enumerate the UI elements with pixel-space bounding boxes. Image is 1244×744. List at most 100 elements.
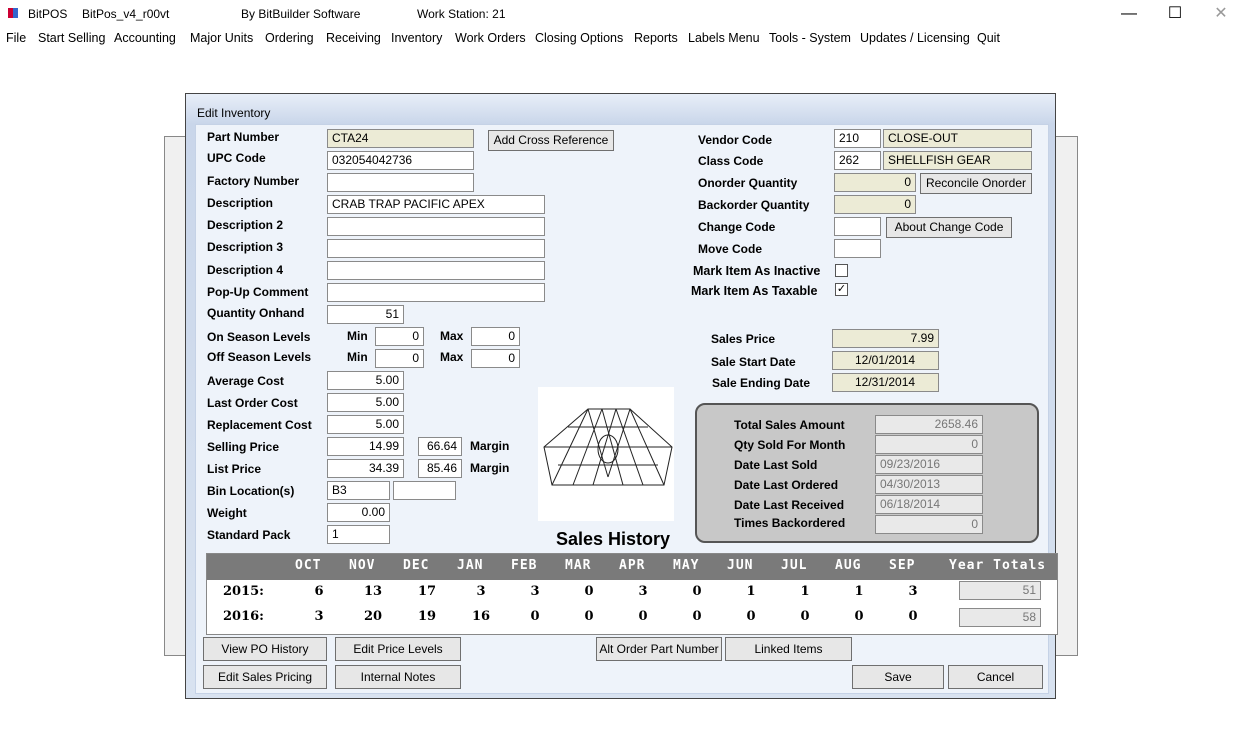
menu-ordering[interactable]: Ordering [265,31,314,45]
menu-start-selling[interactable]: Start Selling [38,31,105,45]
times-backordered-label: Times Backordered [734,516,846,530]
history-cell: 0 [530,609,540,624]
history-month-may: MAY [673,558,700,573]
history-month-aug: AUG [835,558,862,573]
internal-notes-button[interactable]: Internal Notes [335,665,461,689]
list-margin-field[interactable]: 85.46 [418,459,462,478]
dialog-body: Part Number CTA24 Add Cross Reference UP… [195,124,1058,694]
bin-location-field-2[interactable] [393,481,456,500]
history-cell: 3 [530,584,540,599]
edit-sales-pricing-button[interactable]: Edit Sales Pricing [203,665,327,689]
standard-pack-label: Standard Pack [207,528,291,542]
view-po-history-button[interactable]: View PO History [203,637,327,661]
standard-pack-field[interactable]: 1 [327,525,390,544]
sale-end-label: Sale Ending Date [712,376,811,390]
app-version: BitPos_v4_r00vt [82,7,170,21]
history-cell: 1 [746,584,756,599]
close-icon[interactable]: ✕ [1198,2,1244,26]
history-cell: 3 [476,584,486,599]
menu-reports[interactable]: Reports [634,31,678,45]
description-field[interactable]: CRAB TRAP PACIFIC APEX [327,195,545,214]
history-cell: 0 [692,609,702,624]
part-number-field[interactable]: CTA24 [327,129,474,148]
reconcile-onorder-button[interactable]: Reconcile Onorder [920,173,1032,194]
cancel-button[interactable]: Cancel [948,665,1043,689]
history-cell: 20 [363,609,383,624]
menu-major-units[interactable]: Major Units [190,31,253,45]
edit-price-levels-button[interactable]: Edit Price Levels [335,637,461,661]
menu-quit[interactable]: Quit [977,31,1000,45]
app-icon [8,8,18,18]
menu-receiving[interactable]: Receiving [326,31,381,45]
history-cell: 19 [417,609,437,624]
vendor-code-field[interactable]: 210 [834,129,881,148]
inactive-label: Mark Item As Inactive [693,264,821,278]
change-code-field[interactable] [834,217,881,236]
upc-label: UPC Code [207,151,266,165]
minimize-icon[interactable]: — [1106,2,1152,26]
add-cross-reference-button[interactable]: Add Cross Reference [488,130,614,151]
menu-updates-licensing[interactable]: Updates / Licensing [860,31,970,45]
factory-number-field[interactable] [327,173,474,192]
on-season-max-label: Max [440,329,464,343]
history-cell: 3 [908,584,918,599]
save-button[interactable]: Save [852,665,944,689]
on-season-min-label: Min [347,329,368,343]
average-cost-field[interactable]: 5.00 [327,371,404,390]
taxable-checkbox[interactable]: ✓ [835,283,848,296]
menu-closing-options[interactable]: Closing Options [535,31,623,45]
menu-file[interactable]: File [6,31,26,45]
list-price-field[interactable]: 34.39 [327,459,404,478]
onorder-quantity-label: Onorder Quantity [698,176,798,190]
history-cell: 16 [471,609,491,624]
off-season-min-field[interactable]: 0 [375,349,424,368]
weight-field[interactable]: 0.00 [327,503,390,522]
description-label: Description [207,196,274,210]
history-cell: 0 [800,609,810,624]
selling-price-field[interactable]: 14.99 [327,437,404,456]
on-season-max-field[interactable]: 0 [471,327,520,346]
menu-tools-system[interactable]: Tools - System [769,31,851,45]
menu-work-orders[interactable]: Work Orders [455,31,526,45]
last-order-cost-label: Last Order Cost [207,396,298,410]
off-season-label: Off Season Levels [207,350,312,364]
sales-history-title: Sales History [556,529,671,549]
move-code-field[interactable] [834,239,881,258]
selling-margin-field[interactable]: 66.64 [418,437,462,456]
average-cost-label: Average Cost [207,374,284,388]
linked-items-button[interactable]: Linked Items [725,637,852,661]
upc-field[interactable]: 032054042736 [327,151,474,170]
maximize-icon[interactable]: ☐ [1152,2,1198,26]
on-season-min-field[interactable]: 0 [375,327,424,346]
popup-comment-field[interactable] [327,283,545,302]
class-code-field[interactable]: 262 [834,151,881,170]
sales-history-table: OCT NOV DEC JAN FEB MAR APR MAY JUN JUL AUG SEP Year… [206,553,1058,635]
sale-end-field[interactable]: 12/31/2014 [832,373,939,392]
sales-history-header: OCT NOV DEC JAN FEB MAR APR MAY JUN JUL AUG SEP Year… [207,554,1057,580]
total-sales-label: Total Sales Amount [734,418,845,432]
bin-location-field-1[interactable]: B3 [327,481,390,500]
part-number-label: Part Number [207,130,280,144]
inactive-checkbox[interactable] [835,264,848,277]
off-season-max-field[interactable]: 0 [471,349,520,368]
history-year-totals-label: Year Totals [949,558,1047,573]
quantity-onhand-field[interactable]: 51 [327,305,404,324]
replacement-cost-field[interactable]: 5.00 [327,415,404,434]
last-order-cost-field[interactable]: 5.00 [327,393,404,412]
menu-accounting[interactable]: Accounting [114,31,176,45]
description2-field[interactable] [327,217,545,236]
taxable-label: Mark Item As Taxable [691,284,818,298]
menu-labels[interactable]: Labels Menu [688,31,760,45]
vendor-name-field: CLOSE-OUT [883,129,1032,148]
description4-field[interactable] [327,261,545,280]
menu-inventory[interactable]: Inventory [391,31,442,45]
date-last-sold-field: 09/23/2016 [875,455,983,474]
sales-price-field[interactable]: 7.99 [832,329,939,348]
about-change-code-button[interactable]: About Change Code [886,217,1012,238]
alt-order-part-number-button[interactable]: Alt Order Part Number [596,637,722,661]
history-year-total-field: 51 [959,581,1041,600]
description3-field[interactable] [327,239,545,258]
selling-price-label: Selling Price [207,440,280,454]
sale-start-field[interactable]: 12/01/2014 [832,351,939,370]
class-name-field: SHELLFISH GEAR [883,151,1032,170]
